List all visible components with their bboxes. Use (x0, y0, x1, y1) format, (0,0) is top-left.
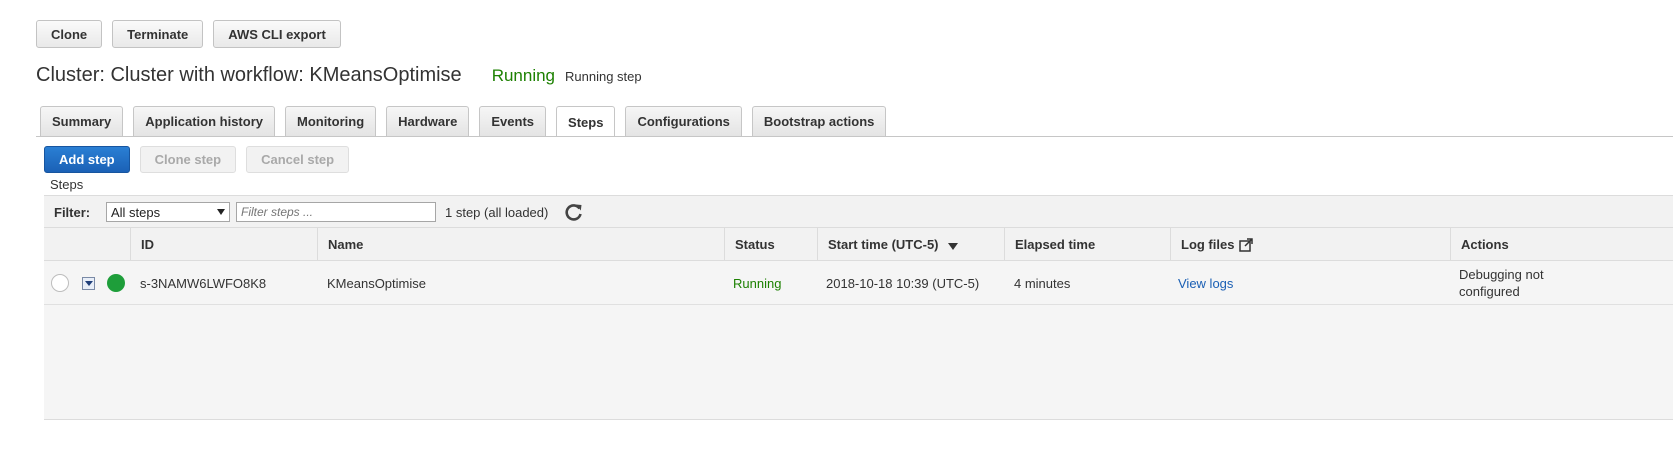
step-actions-line1: Debugging not (1459, 267, 1544, 282)
add-step-button[interactable]: Add step (44, 146, 130, 173)
clone-button[interactable]: Clone (36, 20, 103, 48)
row-select-radio[interactable] (51, 274, 69, 292)
view-logs-link[interactable]: View logs (1178, 276, 1233, 291)
column-header-start-time-label: Start time (UTC-5) (828, 237, 939, 252)
column-header-start-time[interactable]: Start time (UTC-5) (817, 228, 1004, 261)
step-status: Running (733, 275, 782, 291)
column-header-name-label: Name (328, 237, 364, 252)
column-header-status[interactable]: Status (724, 228, 817, 261)
tab-configurations[interactable]: Configurations (625, 106, 742, 136)
row-expand-cell (82, 261, 95, 305)
steps-table-header: ID Name Status Start time (UTC-5) Elapse… (44, 228, 1673, 261)
status-running-icon (107, 274, 125, 292)
row-status-icon-cell (107, 261, 125, 305)
dropdown-arrow-icon (217, 209, 225, 215)
steps-section-label: Steps (50, 177, 84, 192)
tab-events[interactable]: Events (479, 106, 547, 136)
collapse-icon[interactable] (82, 276, 95, 290)
step-actions-line2: configured (1459, 284, 1520, 299)
step-toolbar: Add step Clone step Cancel step (44, 146, 350, 173)
step-start-time: 2018-10-18 10:39 (UTC-5) (826, 275, 980, 291)
step-actions-cell: Debugging not configured (1459, 261, 1544, 305)
tab-summary[interactable]: Summary (40, 106, 124, 136)
collapse-arrow-icon (84, 280, 93, 286)
step-name: KMeansOptimise (327, 275, 426, 291)
clone-step-button[interactable]: Clone step (139, 146, 237, 173)
column-header-elapsed-label: Elapsed time (1015, 237, 1096, 252)
column-header-actions-label: Actions (1461, 237, 1509, 252)
cluster-tabs: Summary Application history Monitoring H… (40, 106, 887, 137)
column-header-id-label: ID (141, 237, 154, 252)
tab-divider (36, 136, 1673, 137)
column-header-name[interactable]: Name (317, 228, 724, 261)
filter-label: Filter: (54, 205, 91, 220)
cluster-status: Running (491, 66, 556, 85)
step-details-panel (44, 305, 1673, 420)
column-header-log-files-label: Log files (1181, 237, 1235, 252)
external-link-icon (1239, 237, 1254, 252)
column-header-elapsed[interactable]: Elapsed time (1004, 228, 1170, 261)
tab-hardware[interactable]: Hardware (386, 106, 470, 136)
column-header-id[interactable]: ID (130, 228, 320, 261)
cancel-step-button[interactable]: Cancel step (246, 146, 350, 173)
step-id: s-3NAMW6LWFO8K8 (140, 275, 267, 291)
column-header-log-files[interactable]: Log files (1170, 228, 1451, 261)
tab-steps[interactable]: Steps (556, 106, 616, 137)
cluster-toolbar: Clone Terminate AWS CLI export (36, 20, 341, 48)
filter-select-value: All steps (111, 204, 161, 220)
filter-select[interactable]: All steps (106, 202, 230, 222)
terminate-button[interactable]: Terminate (112, 20, 204, 48)
cluster-header: Cluster: Cluster with workflow: KMeansOp… (36, 64, 642, 87)
page-title: Cluster: Cluster with workflow: KMeansOp… (36, 64, 462, 86)
tab-bootstrap-actions[interactable]: Bootstrap actions (751, 106, 887, 136)
refresh-icon[interactable] (564, 202, 584, 222)
filter-bar: Filter: All steps 1 step (all loaded) (44, 195, 1673, 228)
view-logs-cell: View logs (1178, 261, 1233, 305)
tab-application-history[interactable]: Application history (133, 106, 275, 136)
sort-desc-icon[interactable] (947, 243, 958, 250)
row-select-cell (51, 261, 69, 305)
cli-export-button[interactable]: AWS CLI export (213, 20, 341, 48)
filter-steps-input[interactable] (236, 202, 436, 222)
steps-count: 1 step (all loaded) (445, 205, 549, 220)
column-header-actions: Actions (1450, 228, 1673, 261)
column-header-status-label: Status (735, 237, 775, 252)
cluster-status-detail: Running step (565, 69, 642, 84)
step-elapsed-time: 4 minutes (1014, 275, 1071, 291)
tab-monitoring[interactable]: Monitoring (284, 106, 377, 136)
table-row[interactable]: s-3NAMW6LWFO8K8 KMeansOptimise Running 2… (44, 261, 1673, 305)
